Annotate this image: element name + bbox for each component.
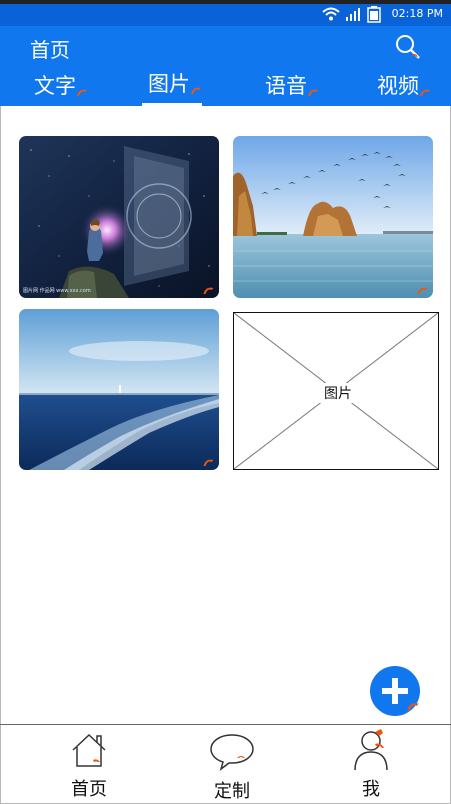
nav-item-me[interactable]: 我 bbox=[331, 728, 411, 802]
home-icon bbox=[72, 733, 106, 767]
annotation-arrow-icon bbox=[77, 89, 87, 96]
tab-images[interactable]: 图片 bbox=[148, 68, 201, 98]
tab-video-label: 视频 bbox=[377, 74, 419, 98]
user-icon bbox=[354, 729, 388, 771]
page-title: 首页 bbox=[30, 38, 70, 62]
nav-item-home[interactable]: 首页 bbox=[49, 728, 129, 802]
annotation-arrow-icon bbox=[417, 287, 428, 294]
tab-text-label: 文字 bbox=[34, 74, 76, 98]
app-header: 首页 文字 图片 语音 视频 bbox=[0, 26, 451, 106]
battery-icon bbox=[367, 6, 381, 23]
tab-voice[interactable]: 语音 bbox=[265, 70, 318, 100]
bottom-nav-divider bbox=[0, 724, 451, 725]
active-tab-indicator bbox=[142, 103, 202, 106]
signal-icon bbox=[346, 8, 360, 21]
image-card-ocean[interactable] bbox=[19, 309, 219, 470]
lake-birds-image bbox=[233, 136, 433, 298]
annotation-arrow-icon bbox=[308, 89, 318, 96]
nav-item-me-label: 我 bbox=[362, 779, 380, 800]
nav-item-home-label: 首页 bbox=[71, 779, 107, 800]
annotation-arrow-icon bbox=[203, 287, 214, 294]
chat-bubble-icon bbox=[210, 734, 254, 771]
nav-item-custom[interactable]: 定制 bbox=[192, 728, 272, 802]
image-card-lake-birds[interactable] bbox=[233, 136, 433, 298]
annotation-arrow-icon bbox=[407, 703, 419, 711]
status-bar: 02:18 PM bbox=[0, 4, 451, 26]
annotation-arrow-icon bbox=[191, 87, 201, 94]
svg-text:图片网 作品网 www.xxx.com: 图片网 作品网 www.xxx.com bbox=[23, 287, 91, 294]
space-scene-image: 图片网 作品网 www.xxx.com bbox=[19, 136, 219, 298]
tab-images-label: 图片 bbox=[148, 72, 190, 96]
ocean-wake-image bbox=[19, 309, 219, 470]
wifi-icon bbox=[322, 7, 340, 21]
tab-video[interactable]: 视频 bbox=[377, 70, 430, 100]
image-card-space[interactable]: 图片网 作品网 www.xxx.com bbox=[19, 136, 219, 298]
annotation-arrow-icon bbox=[420, 89, 430, 96]
tab-text[interactable]: 文字 bbox=[34, 70, 87, 100]
status-time: 02:18 PM bbox=[391, 7, 443, 20]
annotation-arrow-icon bbox=[203, 459, 214, 466]
image-placeholder[interactable]: 图片 bbox=[233, 312, 439, 470]
tab-voice-label: 语音 bbox=[265, 74, 307, 98]
nav-item-custom-label: 定制 bbox=[214, 781, 250, 802]
search-icon[interactable] bbox=[393, 32, 423, 62]
placeholder-label: 图片 bbox=[319, 383, 357, 403]
